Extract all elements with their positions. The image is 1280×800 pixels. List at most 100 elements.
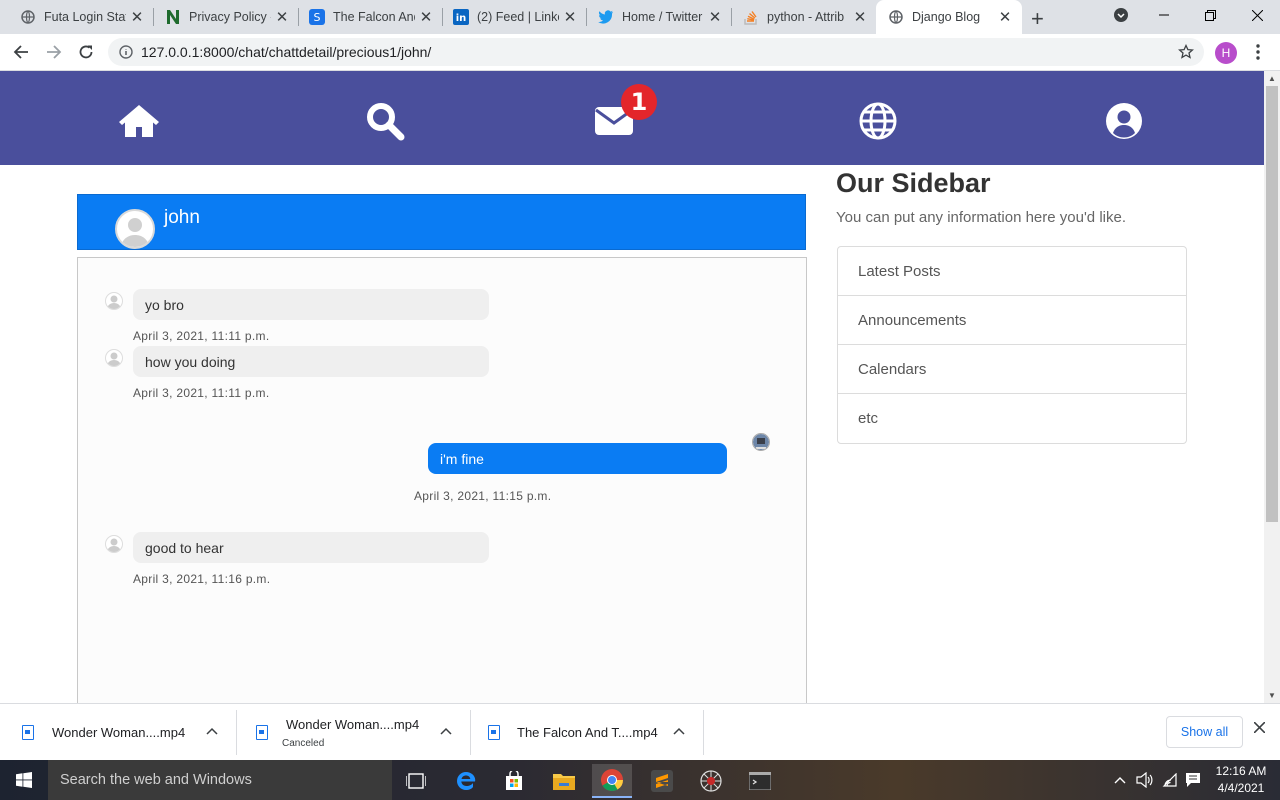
file-icon [488, 725, 500, 740]
message-bubble: how you doing [133, 346, 489, 377]
scroll-down-icon[interactable]: ▼ [1264, 688, 1280, 703]
browser-tab[interactable]: python - Attrib ✕ [723, 0, 877, 34]
sidebar-item-etc[interactable]: etc [838, 394, 1186, 443]
twitter-icon [598, 9, 614, 25]
windows-start-icon[interactable] [0, 760, 48, 800]
s-logo-icon: S [309, 9, 325, 25]
chevron-up-icon[interactable] [440, 724, 452, 738]
message-timestamp: April 3, 2021, 11:15 p.m. [414, 489, 552, 503]
n-logo-icon [165, 9, 181, 25]
task-view-icon[interactable] [396, 764, 436, 798]
sidebar-list: Latest Posts Announcements Calendars etc [837, 246, 1187, 444]
avatar [752, 433, 770, 451]
sidebar-text: You can put any information here you'd l… [836, 209, 1126, 226]
divider [703, 710, 704, 755]
minimize-icon[interactable] [1141, 0, 1187, 30]
download-item[interactable]: Wonder Woman....mp4 [0, 704, 236, 761]
new-tab-button[interactable]: + [1031, 6, 1044, 32]
user-circle-icon[interactable] [1102, 99, 1146, 143]
download-bar: Wonder Woman....mp4 Wonder Woman....mp4 … [0, 703, 1280, 760]
notification-badge: 1 [621, 84, 657, 120]
show-all-downloads-button[interactable]: Show all [1166, 716, 1243, 748]
download-filename: The Falcon And T....mp4 [517, 725, 658, 740]
download-filename: Wonder Woman....mp4 [52, 725, 186, 740]
browser-tab[interactable]: Privacy Policy - ✕ [145, 0, 299, 34]
terminal-icon[interactable] [740, 764, 780, 798]
file-icon [22, 725, 34, 740]
address-bar: 127.0.0.1:8000/chat/chattdetail/precious… [0, 34, 1280, 71]
download-filename: Wonder Woman....mp4 [286, 716, 420, 732]
system-clock[interactable]: 12:16 AM 4/4/2021 [1204, 763, 1278, 797]
sublime-text-icon[interactable] [642, 764, 682, 798]
info-icon[interactable] [119, 45, 133, 59]
store-icon[interactable] [494, 764, 534, 798]
tab-title: Futa Login Stat [44, 10, 126, 24]
message-timestamp: April 3, 2021, 11:16 p.m. [133, 572, 271, 586]
sidebar-item-announcements[interactable]: Announcements [838, 296, 1186, 345]
stackoverflow-icon [743, 9, 759, 25]
tab-close-icon[interactable]: ✕ [849, 8, 871, 26]
spider-app-icon[interactable] [691, 764, 731, 798]
linkedin-icon: in [453, 9, 469, 25]
download-status: Canceled [282, 737, 325, 749]
url-input[interactable]: 127.0.0.1:8000/chat/chattdetail/precious… [108, 38, 1204, 66]
notifications-icon[interactable] [1185, 760, 1201, 800]
clock-date: 4/4/2021 [1217, 781, 1265, 795]
globe-icon [888, 9, 904, 25]
chat-contact-name: john [164, 207, 200, 228]
browser-tab[interactable]: Futa Login Stat ✕ [0, 0, 154, 34]
reload-icon[interactable] [72, 38, 100, 66]
avatar [105, 292, 123, 310]
close-icon[interactable] [1253, 720, 1266, 738]
tab-search-icon[interactable] [1098, 0, 1144, 30]
chat-messages: yo bro April 3, 2021, 11:11 p.m. how you… [77, 257, 807, 703]
taskbar-search-input[interactable]: Search the web and Windows [48, 760, 392, 800]
sidebar-item-calendars[interactable]: Calendars [838, 345, 1186, 394]
show-hidden-icons[interactable] [1114, 760, 1126, 800]
profile-avatar[interactable]: H [1215, 42, 1237, 64]
tab-title: python - Attrib [767, 10, 845, 24]
scroll-up-icon[interactable]: ▲ [1264, 71, 1280, 86]
chrome-icon[interactable] [592, 764, 632, 798]
scrollbar-thumb[interactable] [1266, 86, 1278, 522]
file-explorer-icon[interactable] [544, 764, 584, 798]
tab-close-icon[interactable]: ✕ [994, 8, 1016, 26]
chevron-up-icon[interactable] [206, 724, 218, 738]
sidebar-item-latest-posts[interactable]: Latest Posts [838, 247, 1186, 296]
message-bubble: good to hear [133, 532, 489, 563]
download-item[interactable]: Wonder Woman....mp4 Canceled [236, 704, 470, 761]
avatar [115, 209, 155, 249]
tab-title: Home / Twitter [622, 10, 703, 24]
globe-icon[interactable] [856, 99, 900, 143]
svg-text:S: S [314, 11, 321, 24]
restore-icon[interactable] [1187, 0, 1233, 30]
message-timestamp: April 3, 2021, 11:11 p.m. [133, 329, 270, 343]
taskbar: Search the web and Windows 12:16 AM 4/4/… [0, 760, 1280, 800]
browser-tab[interactable]: S The Falcon And ✕ [289, 0, 443, 34]
home-icon[interactable] [117, 99, 161, 143]
bookmark-star-icon[interactable] [1178, 44, 1194, 60]
tab-title: Django Blog [912, 10, 981, 24]
chat-header: john [77, 194, 806, 250]
forward-arrow-icon[interactable] [40, 38, 68, 66]
message-bubble: yo bro [133, 289, 489, 320]
browser-tab[interactable]: in (2) Feed | Linke ✕ [433, 0, 587, 34]
volume-icon[interactable] [1136, 760, 1154, 800]
tab-title: (2) Feed | Linke [477, 10, 559, 24]
browser-tab[interactable]: Home / Twitter ✕ [578, 0, 732, 34]
wifi-icon[interactable] [1162, 760, 1178, 800]
close-window-icon[interactable] [1234, 0, 1280, 30]
file-icon [256, 725, 268, 740]
sidebar: Our Sidebar You can put any information … [836, 166, 1188, 226]
browser-tab-active[interactable]: Django Blog ✕ [876, 0, 1022, 34]
download-item[interactable]: The Falcon And T....mp4 [470, 704, 703, 761]
browser-menu-icon[interactable] [1244, 38, 1272, 66]
message-timestamp: April 3, 2021, 11:11 p.m. [133, 386, 270, 400]
sidebar-title: Our Sidebar [836, 168, 991, 198]
chevron-up-icon[interactable] [673, 724, 685, 738]
search-icon[interactable] [363, 99, 407, 143]
avatar [105, 535, 123, 553]
edge-browser-icon[interactable] [446, 764, 486, 798]
clock-time: 12:16 AM [1215, 764, 1267, 778]
back-arrow-icon[interactable] [7, 38, 35, 66]
